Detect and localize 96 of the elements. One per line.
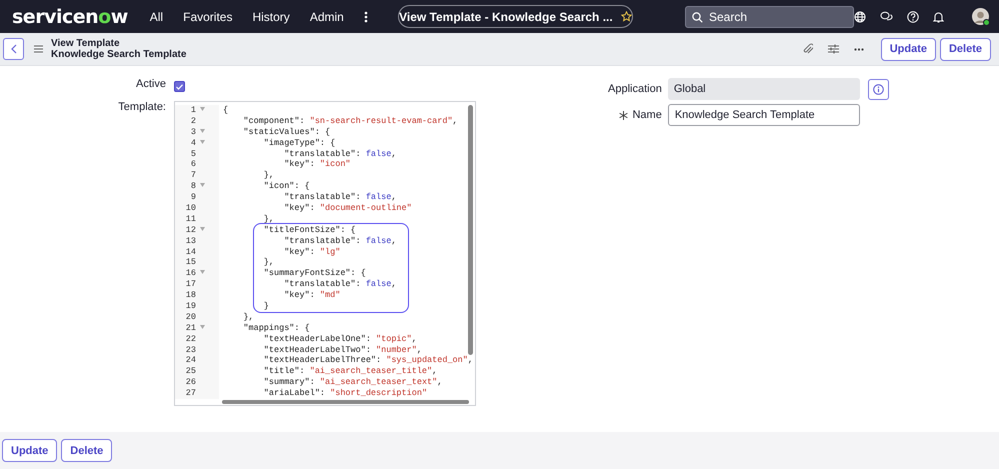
line-number: 22 bbox=[184, 334, 196, 345]
code-line: }, bbox=[262, 214, 276, 225]
chat-icon[interactable] bbox=[880, 10, 893, 22]
code-line: "key": "lg" bbox=[283, 246, 342, 258]
line-number: 19 bbox=[184, 301, 196, 312]
code-line: "component": "sn-search-result-evam-card", bbox=[242, 116, 459, 127]
name-field[interactable]: Knowledge Search Template bbox=[668, 104, 860, 126]
line-number: 27 bbox=[184, 388, 196, 400]
sliders-icon[interactable] bbox=[828, 44, 839, 54]
code-line: "summary": "ai_search_teaser_text", bbox=[262, 377, 444, 388]
field-label: Active bbox=[135, 78, 166, 92]
search-field[interactable]: Search bbox=[685, 6, 854, 28]
line-number: 9 bbox=[190, 192, 196, 204]
chevron-left-icon bbox=[10, 44, 16, 54]
logo[interactable]: servicenow bbox=[12, 6, 128, 28]
line-number: 12 bbox=[184, 224, 196, 236]
code-line: "textHeaderLabelTwo": "number", bbox=[262, 344, 423, 356]
code-line: "icon": { bbox=[262, 181, 311, 192]
bell-icon[interactable] bbox=[933, 10, 944, 22]
line-number: 1 bbox=[190, 105, 196, 116]
info-button[interactable] bbox=[868, 78, 889, 100]
code-line: } bbox=[262, 301, 270, 312]
line-number: 15 bbox=[184, 257, 196, 268]
info-icon bbox=[872, 84, 884, 94]
line-number: 18 bbox=[184, 290, 196, 302]
vertical-scrollbar[interactable] bbox=[468, 105, 473, 355]
record-name: Knowledge Search Template bbox=[51, 49, 186, 60]
line-number: 25 bbox=[184, 366, 196, 378]
form-action-button[interactable]: Update bbox=[2, 439, 58, 462]
line-number: 16 bbox=[184, 268, 196, 280]
line-number: 7 bbox=[190, 170, 196, 182]
more-icon[interactable] bbox=[364, 10, 368, 22]
nav-menu-item[interactable]: History bbox=[252, 10, 290, 24]
line-number: 6 bbox=[190, 159, 196, 170]
search-icon bbox=[692, 12, 703, 22]
line-number: 26 bbox=[184, 377, 196, 388]
code-line: "translatable": false, bbox=[283, 148, 398, 160]
code-line: "translatable": false, bbox=[283, 192, 398, 204]
line-number: 20 bbox=[184, 312, 196, 323]
application-field: Global bbox=[668, 78, 860, 100]
checkmark-icon bbox=[176, 84, 183, 90]
code-line: "key": "md" bbox=[283, 290, 342, 302]
avatar-icon bbox=[972, 8, 989, 25]
line-number: 10 bbox=[184, 203, 196, 214]
code-line: "translatable": false, bbox=[283, 279, 398, 290]
field-label: Name bbox=[632, 109, 662, 121]
user-avatar[interactable] bbox=[972, 8, 989, 25]
line-number: 14 bbox=[184, 246, 196, 258]
form-title: View Template bbox=[51, 38, 121, 49]
code-line: }, bbox=[262, 257, 276, 268]
line-number: 24 bbox=[184, 355, 196, 366]
code-line: "textHeaderLabelThree": "sys_updated_on", bbox=[262, 355, 474, 366]
field-label: Application bbox=[608, 83, 662, 95]
code-line: }, bbox=[262, 170, 276, 182]
code-line: "titleFontSize": { bbox=[262, 224, 357, 236]
line-number: 5 bbox=[190, 148, 196, 160]
code-line: "title": "ai_search_teaser_title", bbox=[262, 366, 438, 378]
star-icon[interactable] bbox=[620, 11, 632, 22]
help-icon[interactable] bbox=[907, 10, 919, 22]
line-number: 23 bbox=[184, 344, 196, 356]
globe-icon[interactable] bbox=[854, 10, 866, 22]
line-number: 2 bbox=[190, 116, 196, 127]
line-number: 17 bbox=[184, 279, 196, 290]
line-number: 13 bbox=[184, 236, 196, 247]
line-number: 21 bbox=[184, 322, 196, 334]
nav-menu-item[interactable]: Admin bbox=[310, 10, 344, 24]
line-number: 3 bbox=[190, 126, 196, 138]
menu-icon[interactable] bbox=[34, 45, 43, 53]
code-line: }, bbox=[242, 312, 255, 323]
header-action-button[interactable]: Update bbox=[880, 38, 936, 60]
nav-menu-item[interactable]: All bbox=[150, 10, 164, 24]
code-editor[interactable] bbox=[174, 101, 476, 406]
code-line: "ariaLabel": "short_description" bbox=[262, 388, 428, 400]
nav-menu-item[interactable]: Favorites bbox=[183, 10, 232, 24]
page-title: View Template - Knowledge Search ... bbox=[399, 10, 613, 24]
code-line: "textHeaderLabelOne": "topic", bbox=[262, 334, 418, 345]
code-line: "summaryFontSize": { bbox=[262, 268, 367, 280]
active-checkbox[interactable] bbox=[174, 81, 185, 92]
code-line: "key": "icon" bbox=[283, 159, 352, 170]
line-number: 11 bbox=[184, 214, 196, 225]
line-number: 8 bbox=[190, 181, 196, 192]
more-icon[interactable] bbox=[854, 48, 864, 50]
code-line: "key": "document-outline" bbox=[283, 203, 413, 214]
paperclip-icon[interactable] bbox=[802, 43, 813, 55]
horizontal-scrollbar[interactable] bbox=[222, 400, 469, 404]
code-line: "staticValues": { bbox=[242, 126, 332, 138]
code-line: { bbox=[223, 105, 230, 116]
header-action-button[interactable]: Delete bbox=[940, 38, 991, 60]
form-action-button[interactable]: Delete bbox=[61, 439, 112, 462]
field-label: Template: bbox=[117, 101, 166, 115]
back-button[interactable] bbox=[3, 38, 24, 60]
page-title-pill[interactable]: View Template - Knowledge Search ... bbox=[398, 5, 633, 28]
code-line: "imageType": { bbox=[262, 138, 336, 149]
line-number: 4 bbox=[190, 138, 196, 149]
code-line: "mappings": { bbox=[242, 322, 311, 334]
code-line: "translatable": false, bbox=[283, 236, 398, 247]
